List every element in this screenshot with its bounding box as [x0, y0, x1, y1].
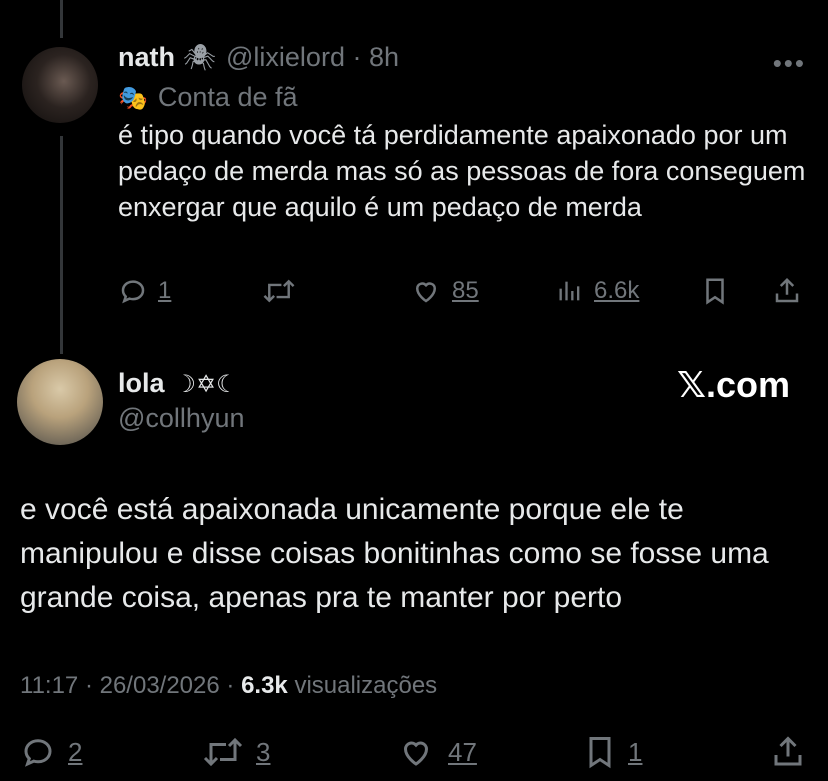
like-count: 85: [452, 277, 479, 304]
tweet-meta: 11:17 · 26/03/2026 · 6.3k visualizações: [20, 672, 437, 700]
tweet-header: lola ☽✡☾: [118, 368, 238, 399]
timestamp[interactable]: 11:17 · 26/03/2026 ·: [20, 672, 241, 699]
retweet-icon: [203, 737, 243, 767]
share-icon: [775, 277, 799, 303]
reply-icon: [24, 739, 52, 767]
avatar[interactable]: [17, 359, 103, 445]
moon-symbols: ☽✡☾: [174, 371, 238, 398]
views-count: 6.3k: [241, 672, 288, 699]
bookmark-count: 1: [628, 736, 643, 767]
views-button[interactable]: 6.6k: [556, 276, 639, 306]
author-handle-row: @collhyun: [118, 403, 244, 434]
spider-icon: 🕷: [183, 42, 217, 72]
tweet-text: é tipo quando você tá perdidamente apaix…: [118, 120, 806, 222]
reply-button[interactable]: 2: [20, 734, 82, 770]
badge-label: Conta de fã: [157, 82, 298, 112]
share-button[interactable]: [772, 276, 812, 306]
author-name[interactable]: nath: [118, 42, 175, 73]
reply-icon: [121, 280, 145, 304]
analytics-icon: [559, 281, 580, 301]
bookmark-button[interactable]: [702, 276, 738, 306]
author-handle[interactable]: @collhyun: [118, 403, 244, 434]
like-button[interactable]: 85: [410, 276, 479, 306]
author-name[interactable]: lola: [118, 368, 165, 399]
views-count: 6.6k: [594, 277, 640, 304]
tweet-text: e você está apaixonada unicamente porque…: [20, 493, 769, 614]
bookmark-button[interactable]: 1: [584, 734, 642, 770]
like-button[interactable]: 47: [396, 734, 477, 770]
retweet-icon: [263, 279, 295, 303]
reply-count: 2: [68, 736, 83, 767]
theater-mask-icon: 🎭: [118, 85, 148, 112]
handle-and-time[interactable]: @lixielord · 8h: [226, 42, 399, 73]
share-icon: [774, 736, 802, 766]
fan-account-badge: 🎭 Conta de fã: [118, 82, 298, 113]
heart-icon: [415, 282, 437, 303]
retweet-count: 3: [256, 736, 271, 767]
thread-connector-top: [60, 0, 63, 38]
bookmark-icon: [706, 278, 724, 305]
more-options-icon[interactable]: •••: [773, 48, 806, 79]
tweet-header: nath 🕷 @lixielord · 8h: [118, 42, 399, 73]
retweet-button[interactable]: [262, 276, 306, 306]
views-label: visualizações: [287, 672, 438, 699]
thread-connector: [60, 136, 63, 354]
heart-icon: [403, 741, 429, 766]
reply-count: 1: [158, 277, 172, 304]
avatar[interactable]: [22, 47, 98, 123]
like-count: 47: [448, 736, 477, 767]
bookmark-icon: [589, 737, 611, 769]
reply-button[interactable]: 1: [118, 276, 171, 306]
share-button[interactable]: [770, 734, 818, 770]
retweet-button[interactable]: 3: [202, 734, 270, 770]
x-logo: 𝕏.com: [676, 364, 790, 405]
